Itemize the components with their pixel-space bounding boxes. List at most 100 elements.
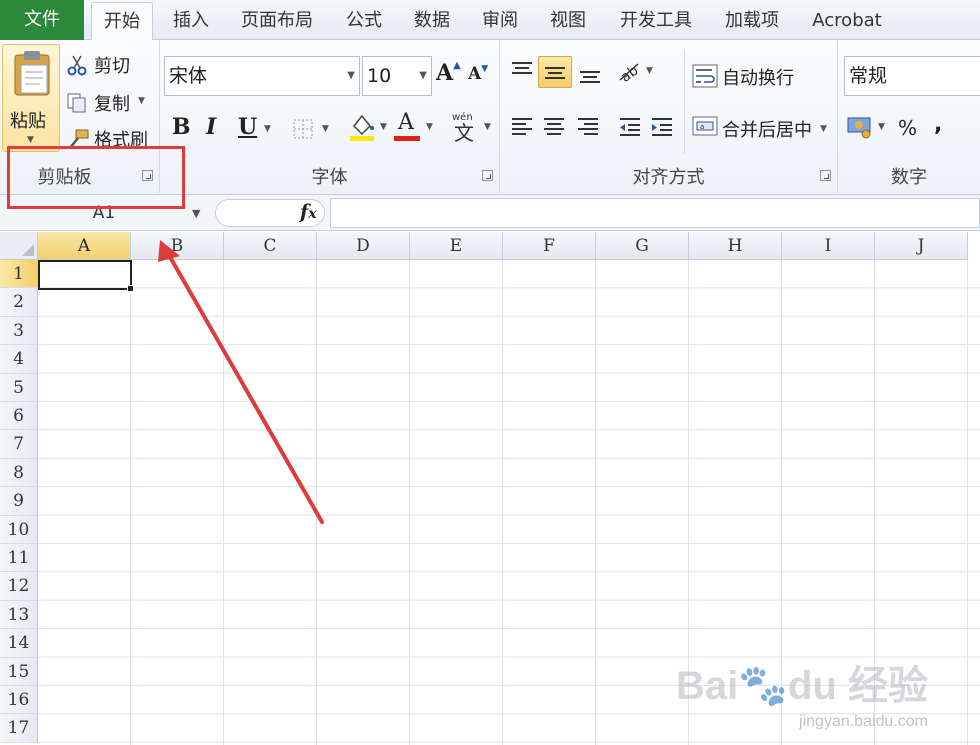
chevron-down-icon: ▼ bbox=[426, 122, 433, 132]
accounting-format-button[interactable]: ▼ bbox=[846, 112, 890, 142]
divider bbox=[684, 50, 685, 154]
insert-function-icon[interactable]: fx bbox=[300, 201, 317, 223]
row-header-15[interactable]: 15 bbox=[0, 657, 38, 686]
merge-center-button[interactable]: a 合并后居中 ▼ bbox=[692, 112, 834, 141]
font-color-button[interactable]: A ▼ bbox=[394, 110, 438, 144]
column-header-D[interactable]: D bbox=[317, 232, 410, 260]
copy-icon bbox=[67, 93, 86, 113]
font-color-icon: A bbox=[398, 110, 414, 135]
chevron-down-icon: ▼ bbox=[484, 122, 491, 132]
paste-button[interactable]: 粘贴 ▼ bbox=[2, 44, 60, 152]
row-header-16[interactable]: 16 bbox=[0, 686, 38, 715]
fill-color-button[interactable]: ▼ bbox=[348, 112, 392, 144]
tab-acrobat[interactable]: Acrobat bbox=[802, 0, 892, 40]
decrease-indent-icon[interactable] bbox=[618, 116, 642, 138]
row-header-11[interactable]: 11 bbox=[0, 544, 38, 573]
row-header-3[interactable]: 3 bbox=[0, 316, 38, 346]
row-header-9[interactable]: 9 bbox=[0, 487, 38, 516]
orientation-button[interactable]: ab ▼ bbox=[616, 58, 658, 86]
wrap-text-button[interactable]: 自动换行 bbox=[692, 62, 832, 90]
tab-home[interactable]: 开始 bbox=[91, 2, 153, 42]
row-header-7[interactable]: 7 bbox=[0, 430, 38, 459]
group-label-number: 数字 bbox=[891, 167, 927, 188]
align-right-icon[interactable] bbox=[576, 116, 600, 138]
cut-label: 剪切 bbox=[94, 56, 130, 77]
font-size-dropdown[interactable]: 10 ▼ bbox=[362, 56, 432, 96]
italic-button[interactable]: I bbox=[206, 114, 216, 140]
group-number: 常规 ▼ % , 数字 bbox=[838, 40, 980, 193]
tab-file[interactable]: 文件 bbox=[0, 0, 84, 40]
chevron-down-icon[interactable]: ▼ bbox=[264, 124, 271, 134]
font-launcher-icon[interactable] bbox=[482, 170, 493, 181]
row-header-14[interactable]: 14 bbox=[0, 629, 38, 658]
column-header-I[interactable]: I bbox=[782, 232, 875, 260]
column-header-E[interactable]: E bbox=[410, 232, 503, 260]
row-header-6[interactable]: 6 bbox=[0, 402, 38, 431]
name-box-dropdown-icon[interactable]: ▼ bbox=[192, 207, 200, 220]
column-header-A[interactable]: A bbox=[38, 232, 131, 260]
cut-button[interactable]: 剪切 bbox=[64, 52, 154, 78]
highlight-box bbox=[7, 146, 185, 209]
column-header-F[interactable]: F bbox=[503, 232, 596, 260]
align-bottom-icon[interactable] bbox=[578, 64, 602, 86]
increase-indent-icon[interactable] bbox=[650, 116, 674, 138]
group-alignment: ab ▼ 自动换行 a 合并后居中 ▼ 对齐方式 bbox=[500, 40, 838, 193]
borders-button[interactable]: ▼ bbox=[290, 116, 334, 142]
column-header-H[interactable]: H bbox=[689, 232, 782, 260]
group-label-alignment: 对齐方式 bbox=[632, 167, 705, 188]
percent-style-button[interactable]: % bbox=[898, 116, 917, 140]
align-middle-button[interactable] bbox=[538, 56, 572, 88]
align-middle-icon bbox=[545, 67, 565, 79]
row-header-2[interactable]: 2 bbox=[0, 288, 38, 317]
column-header-G[interactable]: G bbox=[596, 232, 689, 260]
orientation-icon: ab bbox=[618, 63, 642, 84]
alignment-launcher-icon[interactable] bbox=[820, 170, 831, 181]
group-label-font: 字体 bbox=[311, 167, 348, 188]
tab-formulas[interactable]: 公式 bbox=[336, 0, 392, 40]
merge-center-icon: a bbox=[692, 116, 718, 136]
wrap-text-icon bbox=[692, 64, 718, 88]
row-header-8[interactable]: 8 bbox=[0, 458, 38, 488]
tab-review[interactable]: 审阅 bbox=[472, 0, 528, 40]
increase-font-size-button[interactable]: A▲ bbox=[436, 60, 461, 86]
decrease-font-size-button[interactable]: A▼ bbox=[468, 64, 488, 84]
underline-button[interactable]: U bbox=[238, 114, 257, 140]
align-left-icon[interactable] bbox=[510, 116, 534, 138]
font-name-dropdown[interactable]: 宋体 ▼ bbox=[164, 56, 360, 96]
align-center-icon[interactable] bbox=[542, 116, 566, 138]
number-format-dropdown[interactable]: 常规 bbox=[844, 56, 980, 96]
column-header-B[interactable]: B bbox=[131, 232, 224, 260]
chevron-down-icon: ▼ bbox=[646, 66, 653, 76]
formula-input[interactable] bbox=[330, 198, 980, 228]
chevron-down-icon: ▼ bbox=[322, 124, 329, 134]
active-cell-A1[interactable] bbox=[38, 260, 134, 292]
column-header-J[interactable]: J bbox=[875, 232, 968, 260]
tab-view[interactable]: 视图 bbox=[540, 0, 596, 40]
tab-data[interactable]: 数据 bbox=[404, 0, 460, 40]
phonetic-guide-button[interactable]: wén 文 ▼ bbox=[450, 110, 496, 144]
excel-window: 文件 开始 插入 页面布局 公式 数据 审阅 视图 开发工具 加载项 Acrob… bbox=[0, 0, 980, 745]
align-top-icon[interactable] bbox=[510, 60, 534, 82]
row-header-4[interactable]: 4 bbox=[0, 345, 38, 374]
baidu-watermark: Bai🐾du 经验 bbox=[675, 664, 928, 708]
tab-add-ins[interactable]: 加载项 bbox=[716, 0, 788, 40]
watermark-url: jingyan.baidu.com bbox=[799, 713, 928, 730]
bold-button[interactable]: B bbox=[172, 114, 191, 140]
tab-developer[interactable]: 开发工具 bbox=[608, 0, 704, 40]
comma-style-button[interactable]: , bbox=[934, 112, 942, 137]
row-header-1[interactable]: 1 bbox=[0, 260, 38, 289]
chevron-down-icon: ▼ bbox=[878, 122, 885, 132]
row-header-5[interactable]: 5 bbox=[0, 373, 38, 402]
row-header-17[interactable]: 17 bbox=[0, 714, 38, 743]
select-all-button[interactable] bbox=[0, 232, 38, 260]
column-header-C[interactable]: C bbox=[224, 232, 317, 260]
number-format-value: 常规 bbox=[849, 65, 888, 87]
font-size-value: 10 bbox=[367, 65, 392, 87]
copy-button[interactable]: 复制 ▼ bbox=[64, 90, 154, 116]
copy-label: 复制 bbox=[94, 94, 130, 115]
row-header-12[interactable]: 12 bbox=[0, 572, 38, 601]
row-header-10[interactable]: 10 bbox=[0, 515, 38, 544]
row-header-13[interactable]: 13 bbox=[0, 600, 38, 630]
tab-insert[interactable]: 插入 bbox=[163, 0, 219, 40]
tab-page-layout[interactable]: 页面布局 bbox=[232, 0, 322, 40]
